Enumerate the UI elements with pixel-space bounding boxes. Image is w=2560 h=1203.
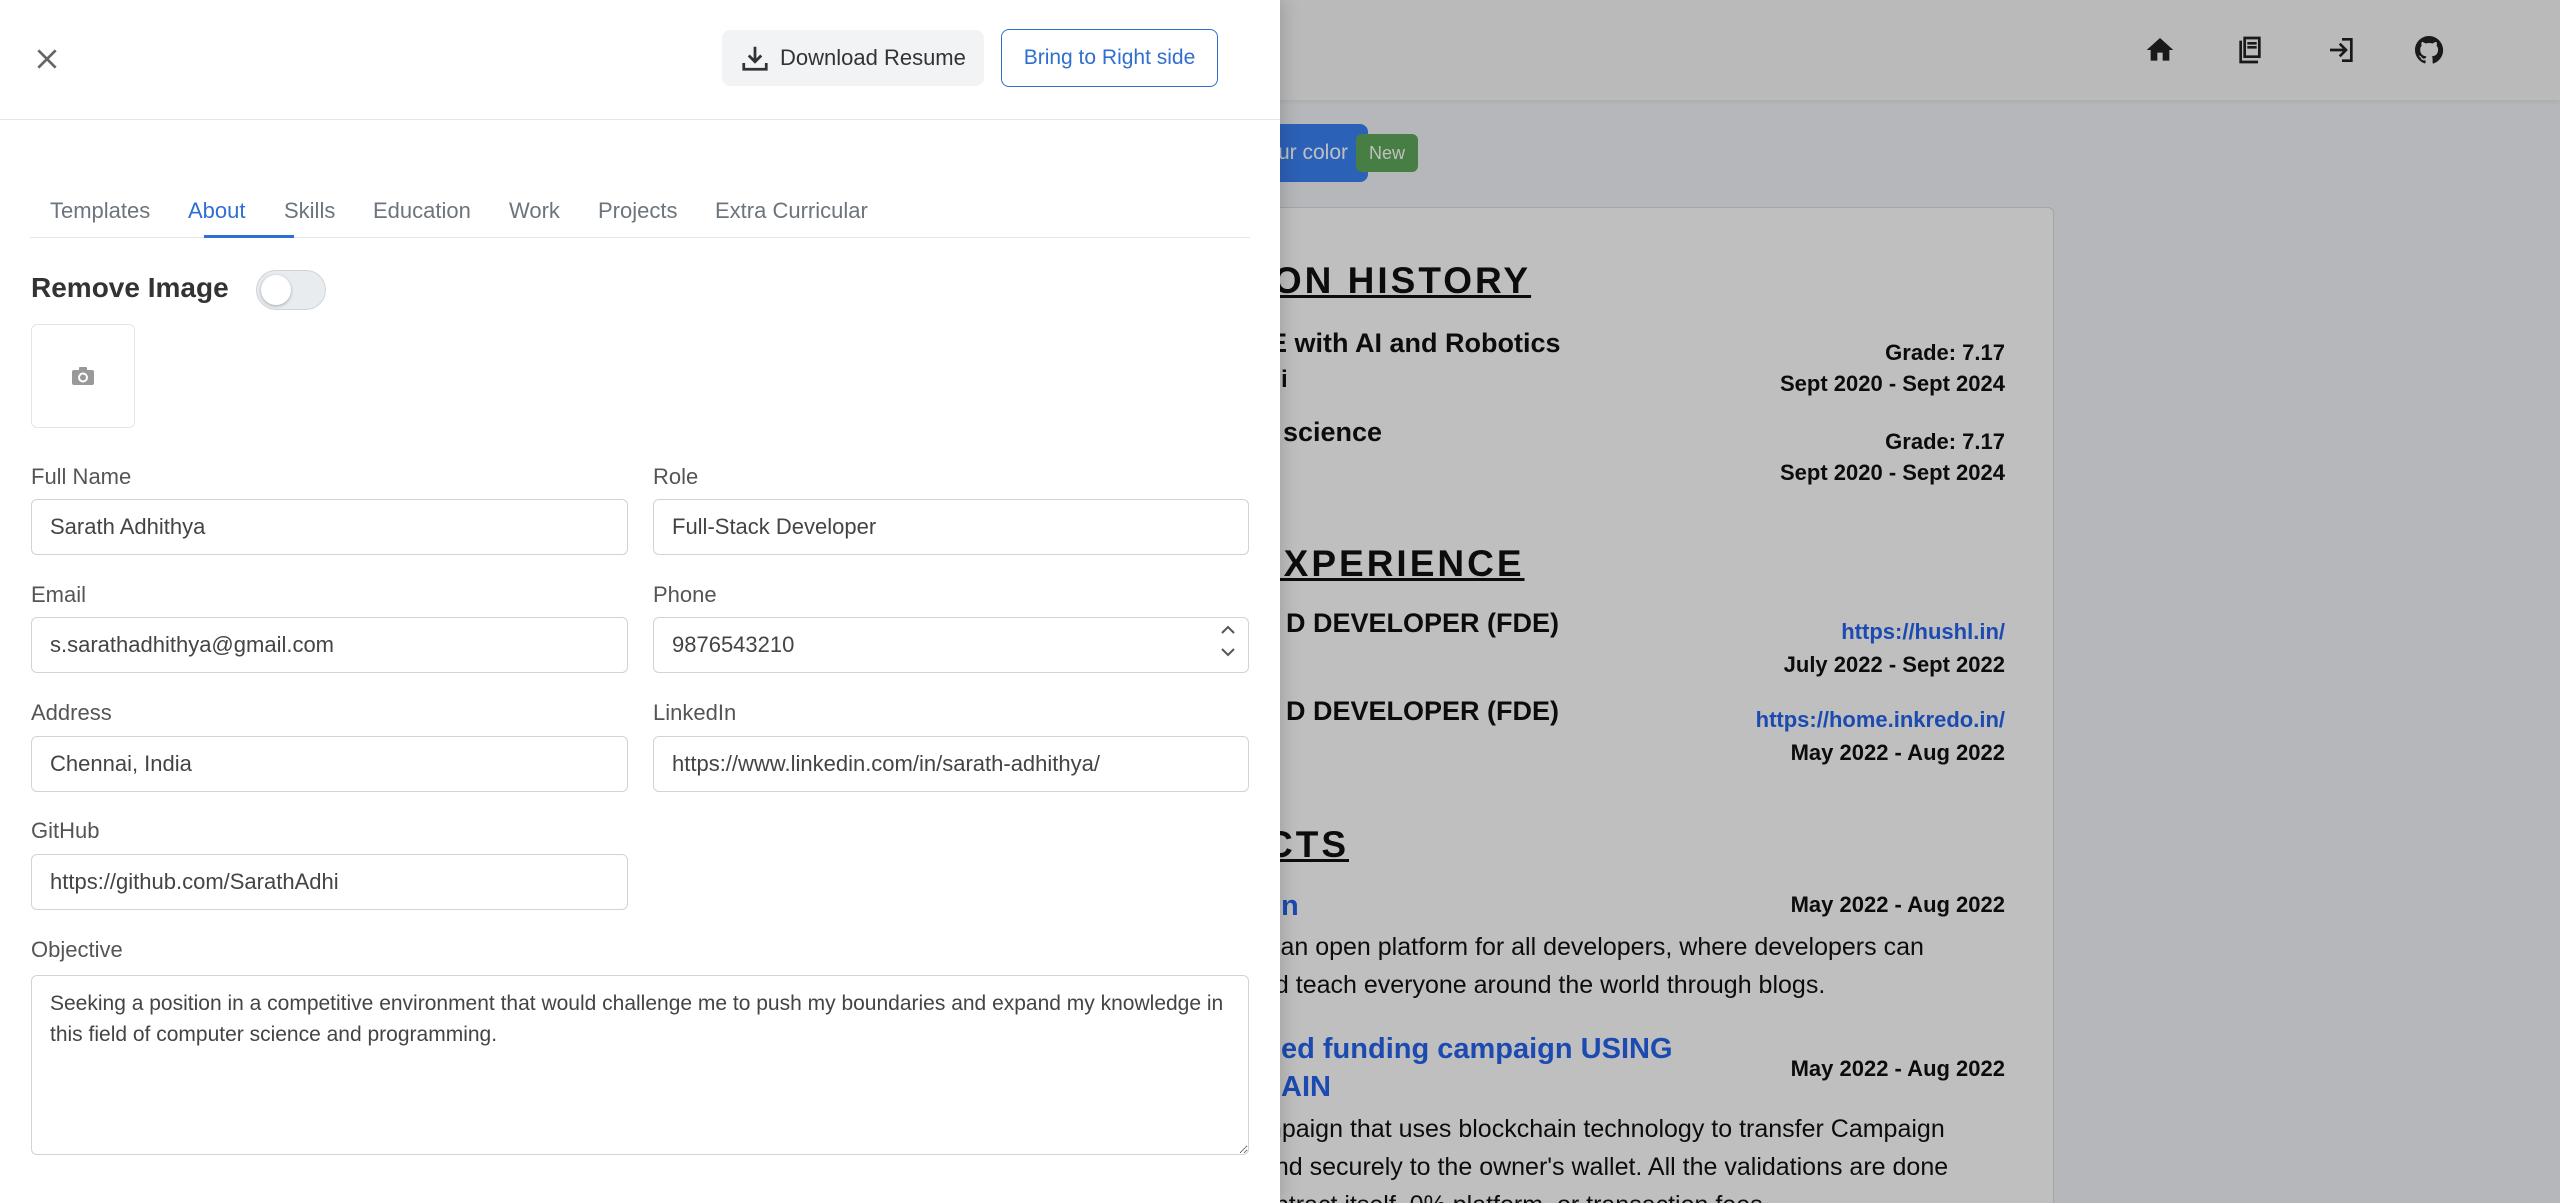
tab-education[interactable]: Education xyxy=(373,198,471,224)
phone-stepper[interactable] xyxy=(1219,621,1239,667)
role-field[interactable] xyxy=(653,499,1249,555)
close-icon xyxy=(37,49,57,69)
toggle-knob xyxy=(261,275,291,305)
address-field[interactable] xyxy=(31,736,628,792)
address-label: Address xyxy=(31,700,112,725)
close-button[interactable] xyxy=(30,42,64,76)
github-field[interactable] xyxy=(31,854,628,910)
remove-image-label: Remove Image xyxy=(31,272,229,303)
remove-image-toggle[interactable] xyxy=(256,270,326,310)
bring-to-right-button[interactable]: Bring to Right side xyxy=(1001,29,1218,87)
email-field[interactable] xyxy=(31,617,628,673)
chevron-down-icon xyxy=(1221,648,1235,657)
active-tab-indicator xyxy=(204,235,294,238)
full-name-field[interactable] xyxy=(31,499,628,555)
download-icon xyxy=(742,46,768,71)
image-placeholder-icon xyxy=(72,367,94,385)
tab-work[interactable]: Work xyxy=(509,198,560,224)
objective-label: Objective xyxy=(31,937,123,962)
role-label: Role xyxy=(653,464,699,489)
full-name-label: Full Name xyxy=(31,464,132,489)
phone-label: Phone xyxy=(653,582,717,607)
tab-skills[interactable]: Skills xyxy=(284,198,335,224)
tab-extra-curricular[interactable]: Extra Curricular xyxy=(715,198,868,224)
github-label: GitHub xyxy=(31,818,100,843)
download-resume-button[interactable]: Download Resume xyxy=(722,30,984,86)
tab-projects[interactable]: Projects xyxy=(598,198,677,224)
email-label: Email xyxy=(31,582,87,607)
tab-templates[interactable]: Templates xyxy=(50,198,150,224)
linkedin-label: LinkedIn xyxy=(653,700,737,725)
phone-field[interactable] xyxy=(653,617,1249,673)
download-resume-label: Download Resume xyxy=(780,45,966,70)
tab-about[interactable]: About xyxy=(188,198,246,224)
chevron-up-icon xyxy=(1221,625,1235,634)
edit-resume-drawer: Download Resume Bring to Right side Temp… xyxy=(0,0,1280,1203)
drawer-header: Download Resume Bring to Right side xyxy=(0,0,1280,120)
profile-image[interactable] xyxy=(31,324,135,428)
section-tabs: Templates About Skills Education Work Pr… xyxy=(30,184,1250,238)
phone-field-wrapper xyxy=(653,617,1249,673)
objective-field[interactable]: Seeking a position in a competitive envi… xyxy=(31,975,1249,1155)
linkedin-field[interactable] xyxy=(653,736,1249,792)
